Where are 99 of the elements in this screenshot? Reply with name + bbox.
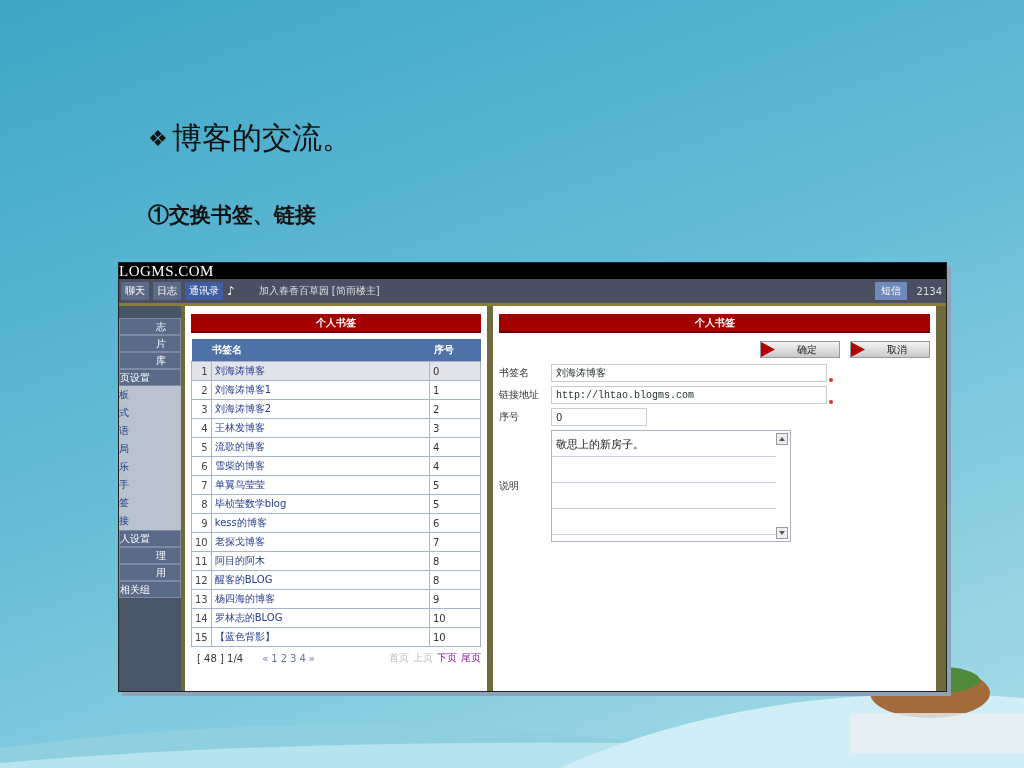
bookmark-link[interactable]: 刘海涛博客1 <box>211 380 430 400</box>
sidebar-tab[interactable]: 库 <box>119 352 181 369</box>
sidebar-link[interactable]: 局 <box>119 440 181 458</box>
bookmark-link[interactable]: 流歌的博客 <box>211 437 430 457</box>
sidebar-link[interactable]: 接 <box>119 512 181 530</box>
sidebar-tab[interactable]: 人设置 <box>119 530 181 547</box>
table-cell: 10 <box>429 608 481 628</box>
page-link[interactable]: 4 <box>299 652 306 664</box>
table-cell: 5 <box>429 494 481 514</box>
bookmark-link[interactable]: 毕桢莹数学blog <box>211 494 430 514</box>
bookmark-link[interactable]: 王林发博客 <box>211 418 430 438</box>
bookmark-link[interactable]: 刘海涛博客 <box>211 361 430 381</box>
sidebar-tab[interactable]: 用 <box>119 564 181 581</box>
bookmark-link[interactable]: 雪柴的博客 <box>211 456 430 476</box>
table-cell: 8 <box>429 551 481 571</box>
row-number: 2 <box>191 380 212 400</box>
page-link[interactable]: 2 <box>280 652 288 664</box>
sidebar-tab[interactable]: 志 <box>119 318 181 335</box>
sidebar-link[interactable]: 板 <box>119 386 181 404</box>
bookmark-link[interactable]: 杨四海的博客 <box>211 589 430 609</box>
column-header: 序号 <box>429 339 481 362</box>
row-number: 8 <box>191 494 212 514</box>
page-link[interactable]: 1 <box>271 652 278 664</box>
sidebar-link[interactable]: 语 <box>119 422 181 440</box>
table-cell: 10 <box>429 627 481 647</box>
slide-subtitle: ①交换书签、链接 <box>148 201 317 229</box>
bookmark-link[interactable]: kess的博客 <box>211 513 430 533</box>
description-field[interactable]: 敬思上的新房子。 <box>551 430 791 542</box>
table-cell: 6 <box>429 513 481 533</box>
row-number: 3 <box>191 399 212 419</box>
page-link[interactable]: 下页 <box>437 651 457 665</box>
sidebar-link[interactable]: 手 <box>119 476 181 494</box>
first-page-link[interactable]: « <box>262 652 269 664</box>
row-number: 12 <box>191 570 212 590</box>
row-number: 6 <box>191 456 212 476</box>
sidebar-link[interactable]: 签 <box>119 494 181 512</box>
nav-tab[interactable]: 通讯录 <box>185 282 223 300</box>
page-link[interactable]: 3 <box>290 652 297 664</box>
bookmark-link[interactable]: 【蓝色背影】 <box>211 627 430 647</box>
row-number: 14 <box>191 608 212 628</box>
sidebar-tab[interactable]: 相关组 <box>119 581 181 598</box>
sidebar-tab[interactable]: 页设置 <box>119 369 181 386</box>
table-cell: 2 <box>429 399 481 419</box>
row-number: 1 <box>191 361 212 381</box>
table-cell: 4 <box>429 456 481 476</box>
nav-tab[interactable]: 日志 <box>153 282 181 300</box>
input-field[interactable]: 刘海涛博客 <box>551 364 827 382</box>
row-number: 10 <box>191 532 212 552</box>
row-number: 9 <box>191 513 212 533</box>
scroll-down-icon[interactable] <box>776 527 788 539</box>
table-cell: 4 <box>429 437 481 457</box>
sidebar-link[interactable]: 式 <box>119 404 181 422</box>
bookmark-link[interactable]: 刘海涛博客2 <box>211 399 430 419</box>
page-summary: [ 48 ] 1/4 <box>197 652 244 664</box>
table-cell: 9 <box>429 589 481 609</box>
triangle-icon <box>851 341 865 358</box>
table-cell: 7 <box>429 532 481 552</box>
table-cell: 3 <box>429 418 481 438</box>
column-header: 书签名 <box>191 339 430 362</box>
row-number: 11 <box>191 551 212 571</box>
field-label: 书签名 <box>499 366 530 380</box>
input-field[interactable]: 0 <box>551 408 647 426</box>
bookmark-link[interactable]: 阿目的阿木 <box>211 551 430 571</box>
notice-text: 加入春香百草园 [简雨楼主] <box>258 284 381 298</box>
row-number: 4 <box>191 418 212 438</box>
field-label: 说明 <box>499 479 520 493</box>
bullet-icon: ❖ <box>148 126 168 151</box>
slide-title: 博客的交流。 <box>172 119 352 157</box>
sidebar-tab[interactable]: 片 <box>119 335 181 352</box>
row-number: 15 <box>191 627 212 647</box>
bookmark-link[interactable]: 罗林志的BLOG <box>211 608 430 628</box>
panel-header: 个人书签 <box>499 314 930 333</box>
table-cell: 5 <box>429 475 481 495</box>
table-cell: 1 <box>429 380 481 400</box>
bookmark-link[interactable]: 单翼鸟莹莹 <box>211 475 430 495</box>
sidebar-link[interactable]: 乐 <box>119 458 181 476</box>
row-number: 13 <box>191 589 212 609</box>
row-number: 7 <box>191 475 212 495</box>
row-number: 5 <box>191 437 212 457</box>
triangle-icon <box>761 341 775 358</box>
last-page-link[interactable]: » <box>308 652 315 664</box>
music-icon[interactable]: ♪ <box>227 284 235 298</box>
bookmark-link[interactable]: 老探戈博客 <box>211 532 430 552</box>
panel-header: 个人书签 <box>191 314 481 333</box>
table-cell: 0 <box>429 361 481 381</box>
nav-tab[interactable]: 聊天 <box>121 282 149 300</box>
page-link[interactable]: 尾页 <box>461 651 481 665</box>
table-cell: 8 <box>429 570 481 590</box>
form-button[interactable]: 取消 <box>850 341 930 358</box>
sidebar-tab[interactable]: 理 <box>119 547 181 564</box>
scroll-up-icon[interactable] <box>776 433 788 445</box>
form-button[interactable]: 确定 <box>760 341 840 358</box>
input-field[interactable]: http://lhtao.blogms.com <box>551 386 827 404</box>
field-label: 链接地址 <box>499 388 540 402</box>
site-logo: LOGMS.COM <box>119 263 214 279</box>
field-label: 序号 <box>499 410 520 424</box>
sms-button[interactable]: 短信 <box>874 282 907 300</box>
sms-count: 2134 <box>916 285 942 297</box>
bookmark-link[interactable]: 醒客的BLOG <box>211 570 430 590</box>
